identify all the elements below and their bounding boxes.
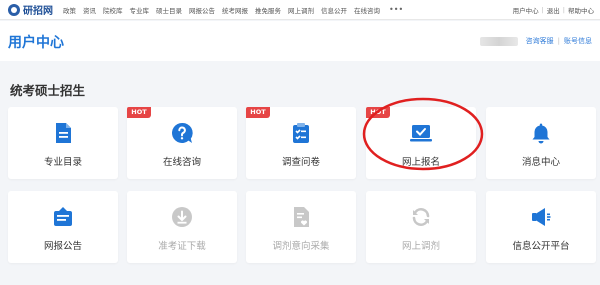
- section-title: 统考硕士招生: [10, 83, 86, 98]
- card-label: 专业目录: [43, 157, 82, 168]
- user-center-link[interactable]: 用户中心: [513, 5, 539, 15]
- download-circle-icon: [172, 207, 192, 227]
- megaphone-icon: [532, 208, 551, 226]
- hot-badge: HOT: [366, 107, 390, 118]
- username-redacted: [479, 36, 518, 46]
- card-major-catalog[interactable]: 专业目录: [8, 107, 118, 179]
- card-online-consult[interactable]: HOT 在线咨询: [127, 107, 237, 179]
- nav-right: 用户中心 | 退出 | 帮助中心: [513, 0, 594, 20]
- logo-text: 研招网: [23, 6, 53, 17]
- nav-link-policy[interactable]: 政策: [63, 5, 76, 15]
- card-label: 网上调剂: [401, 241, 440, 252]
- card-admission-ticket-download[interactable]: 准考证下载: [127, 191, 237, 263]
- catalog-doc-icon: [56, 123, 71, 143]
- card-survey[interactable]: HOT 调查问卷: [246, 107, 356, 179]
- nav-link-master-catalog[interactable]: 硕士目录: [156, 5, 182, 15]
- nav-link-unified-registration[interactable]: 统考网报: [222, 5, 248, 15]
- card-label: 在线咨询: [162, 157, 201, 168]
- document-heart-icon: [294, 207, 309, 227]
- card-message-center[interactable]: 消息中心: [486, 107, 596, 179]
- card-label: 网上报名: [401, 157, 440, 168]
- card-label: 调查问卷: [281, 157, 320, 168]
- card-online-adjustment[interactable]: 网上调剂: [366, 191, 476, 263]
- logo-mark-icon: [8, 3, 20, 16]
- nav-link-online-consult[interactable]: 在线咨询: [354, 5, 380, 15]
- card-adjustment-intention[interactable]: 调剂意向采集: [246, 191, 356, 263]
- announcement-briefcase-icon: [54, 207, 72, 226]
- consult-service-link[interactable]: 咨询客服: [526, 36, 554, 46]
- bell-icon: [532, 123, 550, 144]
- page-title: 用户中心: [8, 35, 64, 51]
- header-actions: 咨询客服 | 账号信息: [479, 36, 592, 46]
- card-label: 信息公开平台: [512, 241, 570, 252]
- card-label: 准考证下载: [158, 241, 206, 252]
- hot-badge: HOT: [246, 107, 270, 118]
- card-info-disclosure-platform[interactable]: 信息公开平台: [486, 191, 596, 263]
- refresh-cycle-icon: [412, 208, 430, 226]
- nav-links: 政策 资讯 院校库 专业库 硕士目录 网报公告 统考网报 推免服务 网上调剂 信…: [63, 5, 403, 15]
- card-label: 网报公告: [43, 241, 82, 252]
- card-label: 消息中心: [521, 157, 560, 168]
- nav-link-adjustment[interactable]: 网上调剂: [288, 5, 314, 15]
- page-header: 用户中心 咨询客服 | 账号信息: [0, 21, 600, 61]
- hot-badge: HOT: [127, 107, 151, 118]
- help-center-link[interactable]: 帮助中心: [568, 5, 594, 15]
- divider: |: [557, 37, 560, 45]
- nav-link-announcements[interactable]: 网报公告: [189, 5, 215, 15]
- more-menu-icon[interactable]: •••: [389, 5, 403, 14]
- card-online-registration[interactable]: HOT 网上报名: [366, 107, 476, 179]
- divider: |: [562, 6, 565, 14]
- question-bubble-icon: [172, 122, 193, 143]
- nav-link-info-disclosure[interactable]: 信息公开: [321, 5, 347, 15]
- site-logo[interactable]: 研招网: [8, 2, 53, 17]
- laptop-check-icon: [410, 125, 432, 142]
- top-nav: 研招网 政策 资讯 院校库 专业库 硕士目录 网报公告 统考网报 推免服务 网上…: [0, 0, 600, 20]
- nav-link-major-db[interactable]: 专业库: [130, 5, 150, 15]
- nav-link-recommendation[interactable]: 推免服务: [255, 5, 281, 15]
- card-registration-announcement[interactable]: 网报公告: [8, 191, 118, 263]
- divider: |: [541, 6, 544, 14]
- account-info-link[interactable]: 账号信息: [564, 36, 592, 46]
- nav-link-school-db[interactable]: 院校库: [103, 5, 123, 15]
- logout-link[interactable]: 退出: [547, 5, 560, 15]
- nav-link-news[interactable]: 资讯: [83, 5, 96, 15]
- checklist-clipboard-icon: [293, 123, 309, 143]
- card-label: 调剂意向采集: [272, 241, 330, 252]
